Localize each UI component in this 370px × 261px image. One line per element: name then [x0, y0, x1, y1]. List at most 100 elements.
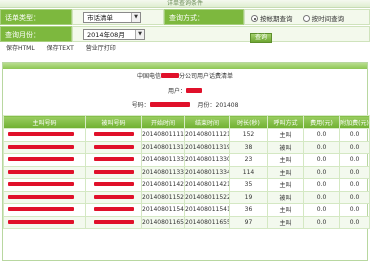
call-mode-cell: 被叫 — [267, 140, 304, 154]
redacted-callee — [93, 182, 134, 187]
fee-cell: 0.0 — [303, 190, 340, 204]
duration-cell: 36 — [229, 203, 268, 217]
end-time-cell: 20140801133429 — [184, 165, 230, 179]
redacted-callee — [93, 219, 134, 224]
start-time-cell: 20140801142055 — [141, 178, 185, 192]
fee-cell: 0.0 — [303, 165, 340, 179]
bill-type-label: 话单类型： — [0, 9, 72, 25]
table-row: 20140801152227 20140801152246 19 被叫 0.0 … — [3, 190, 370, 204]
query-month-select[interactable]: 2014年08月 ▼ — [83, 29, 145, 40]
fee-cell: 0.0 — [303, 203, 340, 217]
column-header-call-mode[interactable]: 呼叫方式 — [267, 115, 304, 129]
bill-panel: 中国电信 分公司用户话费清单 用户： 号码： 月份：201408 主叫号码 被叫号… — [2, 62, 370, 261]
redacted-caller — [8, 132, 74, 137]
table-row: 20140801111924 20140801112156 152 主叫 0.0… — [3, 128, 370, 142]
query-button[interactable]: 查询 — [250, 33, 272, 43]
extra-fee-cell: 0.0 — [339, 153, 370, 167]
caller-cell — [3, 128, 86, 142]
extra-fee-cell: 0.0 — [339, 178, 370, 192]
caller-cell — [3, 140, 86, 154]
table-row: 20140801133235 20140801133429 114 主叫 0.0… — [3, 165, 370, 179]
call-mode-cell: 主叫 — [267, 178, 304, 192]
end-time-cell: 20140801152246 — [184, 190, 230, 204]
query-month-label: 查询月份： — [0, 26, 72, 42]
fee-cell: 0.0 — [303, 215, 340, 229]
extra-fee-cell: 0.0 — [339, 215, 370, 229]
extra-fee-cell: 0.0 — [339, 190, 370, 204]
bill-title: 中国电信 分公司用户话费清单 — [3, 71, 367, 80]
start-time-cell: 20140801133022 — [141, 153, 185, 167]
table-header-row: 主叫号码 被叫号码 开始时间 结束时间 时长(秒) 呼叫方式 费用(元) 附加费… — [3, 115, 370, 129]
bill-title-suffix: 分公司用户话费清单 — [179, 73, 234, 80]
caller-cell — [3, 165, 86, 179]
mode-by-time-radio[interactable] — [302, 15, 310, 22]
duration-cell: 35 — [229, 178, 268, 192]
start-time-cell: 20140801154054 — [141, 203, 185, 217]
callee-cell — [85, 178, 142, 192]
caller-cell — [3, 153, 86, 167]
redacted-callee — [93, 144, 134, 149]
call-mode-cell: 主叫 — [267, 203, 304, 217]
query-month-label-text: 查询月份： — [5, 31, 40, 39]
column-header-end[interactable]: 结束时间 — [184, 115, 230, 129]
column-header-caller[interactable]: 主叫号码 — [3, 115, 86, 129]
callee-cell — [85, 190, 142, 204]
end-time-cell: 20140801154130 — [184, 203, 230, 217]
extra-fee-cell: 0.0 — [339, 140, 370, 154]
query-mode-cell: 按帐期查询 按时间查询 — [244, 9, 370, 25]
redacted-user-name — [186, 88, 202, 93]
bill-actions: 保存HTML 保存TEXT 营业厅打印 — [6, 43, 126, 52]
column-header-callee[interactable]: 被叫号码 — [85, 115, 142, 129]
mode-by-period-radio[interactable] — [251, 15, 258, 22]
column-header-fee[interactable]: 费用(元) — [303, 115, 340, 129]
bill-type-cell: 市话清单 ▼ — [72, 9, 164, 25]
column-header-extra-fee[interactable]: 附加费(元) — [339, 115, 370, 129]
bill-type-select-value: 市话清单 — [87, 14, 113, 22]
redacted-caller — [8, 207, 74, 212]
redacted-region — [161, 73, 179, 78]
redacted-caller — [8, 194, 74, 199]
bill-type-select[interactable]: 市话清单 ▼ — [83, 12, 141, 23]
redacted-callee — [93, 157, 134, 162]
extra-fee-cell: 0.0 — [339, 203, 370, 217]
query-button-label: 查询 — [254, 34, 267, 41]
end-time-cell: 20140801165514 — [184, 215, 230, 229]
column-header-start[interactable]: 开始时间 — [141, 115, 185, 129]
callee-cell — [85, 165, 142, 179]
bill-user-label: 用户： — [167, 88, 186, 95]
bill-meta-line: 号码： 月份：201408 — [3, 100, 367, 109]
column-header-duration[interactable]: 时长(秒) — [229, 115, 268, 129]
title-bar: 详单查询条件 — [0, 0, 370, 8]
call-mode-cell: 主叫 — [267, 153, 304, 167]
table-row: 20140801142055 20140801142130 35 主叫 0.0 … — [3, 178, 370, 192]
end-time-cell: 20140801112156 — [184, 128, 230, 142]
table-row: 20140801154054 20140801154130 36 主叫 0.0 … — [3, 203, 370, 217]
bill-number-label: 号码： — [131, 102, 150, 109]
save-text-link[interactable]: 保存TEXT — [47, 45, 74, 52]
chevron-down-icon[interactable]: ▼ — [135, 30, 144, 39]
start-time-cell: 20140801152227 — [141, 190, 185, 204]
chevron-down-icon[interactable]: ▼ — [131, 13, 140, 22]
redacted-callee — [93, 132, 134, 137]
print-link[interactable]: 营业厅打印 — [86, 45, 116, 52]
call-mode-cell: 被叫 — [267, 190, 304, 204]
end-time-cell: 20140801142130 — [184, 178, 230, 192]
start-time-cell: 20140801133235 — [141, 165, 185, 179]
callee-cell — [85, 128, 142, 142]
caller-cell — [3, 203, 86, 217]
mode-by-period-label[interactable]: 按帐期查询 — [260, 15, 293, 23]
call-detail-table: 主叫号码 被叫号码 开始时间 结束时间 时长(秒) 呼叫方式 费用(元) 附加费… — [3, 115, 370, 229]
call-mode-cell: 主叫 — [267, 165, 304, 179]
duration-cell: 23 — [229, 153, 268, 167]
query-mode-radio-group: 按帐期查询 按时间查询 — [251, 13, 352, 23]
table-row: 20140801131854 20140801131932 38 被叫 0.0 … — [3, 140, 370, 154]
redacted-callee — [93, 207, 134, 212]
caller-cell — [3, 215, 86, 229]
bill-month-label: 月份： — [197, 102, 216, 109]
table-row: 20140801133022 20140801133045 23 主叫 0.0 … — [3, 153, 370, 167]
redacted-phone-number — [149, 102, 190, 107]
bill-month-value: 201408 — [215, 102, 239, 109]
mode-by-time-label[interactable]: 按时间查询 — [312, 15, 345, 23]
save-html-link[interactable]: 保存HTML — [6, 45, 35, 52]
start-time-cell: 20140801165337 — [141, 215, 185, 229]
